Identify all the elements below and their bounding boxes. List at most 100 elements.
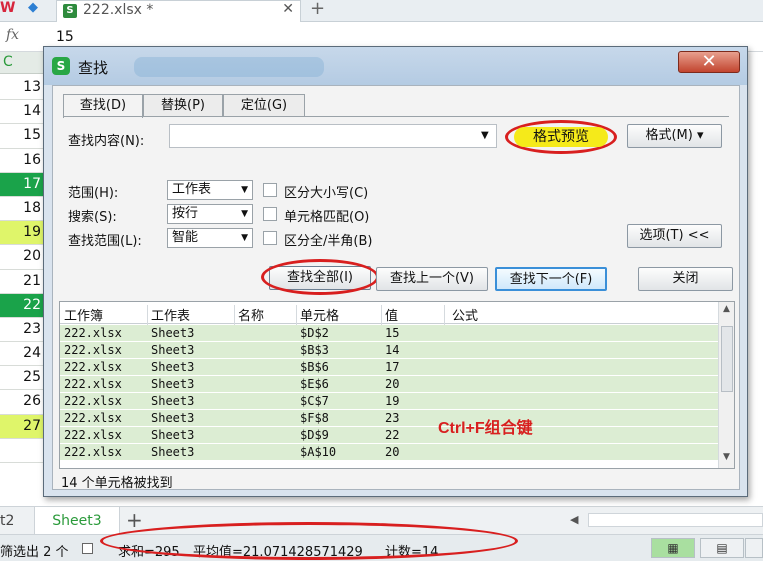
results-vertical-scrollbar[interactable]: ▲ ▼ <box>718 302 734 468</box>
row-header[interactable]: 17 <box>0 172 44 197</box>
row-header[interactable]: 14 <box>0 100 44 125</box>
result-sheet: Sheet3 <box>151 377 195 391</box>
table-row[interactable]: 222.xlsx Sheet3 $D$9 22 <box>60 427 718 444</box>
sheet-tab-partial[interactable]: t2 <box>0 507 30 535</box>
options-button[interactable]: 选项(T) << <box>627 224 722 248</box>
column-divider[interactable] <box>147 305 148 327</box>
row-header[interactable]: 13 <box>0 76 44 101</box>
table-row[interactable]: 222.xlsx Sheet3 $F$8 23 <box>60 410 718 427</box>
row-header[interactable] <box>0 438 44 463</box>
results-table[interactable]: 工作簿 工作表 名称 单元格 值 公式 222.xlsx Sheet3 $D$2 15… <box>59 301 735 469</box>
result-sheet: Sheet3 <box>151 343 195 357</box>
column-header-c[interactable]: C <box>0 52 44 74</box>
look-in-select[interactable]: 智能 ▼ <box>167 228 253 248</box>
format-preview-highlight: 格式预览 <box>505 120 617 154</box>
column-divider[interactable] <box>444 305 445 327</box>
row-header[interactable]: 19 <box>0 221 44 246</box>
status-table-icon[interactable] <box>82 543 93 554</box>
scroll-up-icon[interactable]: ▲ <box>723 304 730 314</box>
match-case-checkbox[interactable] <box>263 183 277 197</box>
row-header[interactable]: 25 <box>0 366 44 391</box>
row-header[interactable]: 15 <box>0 124 44 149</box>
match-cell-label[interactable]: 单元格匹配(O) <box>284 206 369 225</box>
scroll-thumb[interactable] <box>721 326 733 392</box>
format-preview[interactable]: 格式预览 <box>514 127 608 147</box>
column-divider[interactable] <box>381 305 382 327</box>
normal-view-button[interactable]: ▦ <box>651 538 695 558</box>
column-divider[interactable] <box>296 305 297 327</box>
cube-icon[interactable]: ◆ <box>28 1 42 15</box>
result-value: 17 <box>385 360 400 374</box>
search-order-select[interactable]: 按行 ▼ <box>167 204 253 224</box>
tab-goto[interactable]: 定位(G) <box>223 94 305 116</box>
file-tab[interactable]: S 222.xlsx * ✕ <box>56 0 301 22</box>
find-what-label: 查找内容(N): <box>68 134 145 149</box>
result-sheet: Sheet3 <box>151 360 195 374</box>
result-sheet: Sheet3 <box>151 411 195 425</box>
horizontal-scrollbar[interactable] <box>588 513 763 527</box>
add-sheet-icon[interactable]: + <box>126 508 143 532</box>
formula-value[interactable]: 15 <box>56 29 74 45</box>
scroll-left-icon[interactable]: ◀ <box>570 513 578 526</box>
close-tab-icon[interactable]: ✕ <box>282 1 294 17</box>
tab-replace[interactable]: 替换(P) <box>143 94 223 116</box>
result-cell: $D$2 <box>300 326 329 340</box>
new-tab-icon[interactable]: + <box>310 0 325 19</box>
row-header[interactable]: 16 <box>0 148 44 173</box>
scroll-down-icon[interactable]: ▼ <box>723 452 730 462</box>
table-row[interactable]: 222.xlsx Sheet3 $E$6 20 <box>60 376 718 393</box>
table-row[interactable]: 222.xlsx Sheet3 $D$2 15 <box>60 325 718 342</box>
match-case-label[interactable]: 区分大小写(C) <box>284 182 368 201</box>
row-header[interactable]: 18 <box>0 196 44 222</box>
find-next-button[interactable]: 查找下一个(F) <box>495 267 607 291</box>
column-divider[interactable] <box>234 305 235 327</box>
row-header[interactable]: 22 <box>0 293 44 318</box>
table-row[interactable]: 222.xlsx Sheet3 $B$3 14 <box>60 342 718 359</box>
tab-find[interactable]: 查找(D) <box>63 94 143 118</box>
result-value: 22 <box>385 428 400 442</box>
match-cell-checkbox[interactable] <box>263 207 277 221</box>
chevron-down-icon: ▼ <box>241 185 248 195</box>
result-sheet: Sheet3 <box>151 445 195 459</box>
find-history-dropdown-icon[interactable]: ▼ <box>481 130 489 141</box>
table-row[interactable]: 222.xlsx Sheet3 $C$7 19 <box>60 393 718 410</box>
scope-value: 工作表 <box>172 182 212 197</box>
row-header[interactable]: 24 <box>0 342 44 367</box>
row-header[interactable]: 21 <box>0 269 44 294</box>
sheet-tab-active[interactable]: Sheet3 <box>34 507 120 535</box>
col-cell[interactable]: 单元格 <box>300 305 339 324</box>
row-header[interactable]: 23 <box>0 317 44 343</box>
fx-icon[interactable]: fx <box>6 27 19 43</box>
dialog-close-button[interactable]: ✕ <box>678 51 740 73</box>
result-value: 15 <box>385 326 400 340</box>
scope-select[interactable]: 工作表 ▼ <box>167 180 253 200</box>
page-break-view-button[interactable] <box>745 538 763 558</box>
match-width-label[interactable]: 区分全/半角(B) <box>284 230 372 249</box>
result-cell: $B$3 <box>300 343 329 357</box>
table-row[interactable]: 222.xlsx Sheet3 $A$10 20 <box>60 444 718 461</box>
col-sheet[interactable]: 工作表 <box>151 305 190 324</box>
page-layout-view-button[interactable]: ▤ <box>700 538 744 558</box>
found-count-status: 14 个单元格被找到 <box>61 476 173 491</box>
dialog-body: 查找(D) 替换(P) 定位(G) 查找内容(N): ▼ 格式预览 格式(M) … <box>52 85 740 491</box>
close-button[interactable]: 关闭 <box>638 267 733 291</box>
col-workbook[interactable]: 工作簿 <box>64 305 103 324</box>
chevron-down-icon: ▼ <box>241 209 248 219</box>
result-sheet: Sheet3 <box>151 428 195 442</box>
row-header[interactable]: 26 <box>0 390 44 415</box>
col-name[interactable]: 名称 <box>238 305 264 324</box>
result-value: 23 <box>385 411 400 425</box>
row-header[interactable]: 27 <box>0 414 44 439</box>
find-previous-button[interactable]: 查找上一个(V) <box>376 267 488 291</box>
format-button[interactable]: 格式(M) ▾ <box>627 124 722 148</box>
result-value: 14 <box>385 343 400 357</box>
dialog-title-bar[interactable]: S 查找 ✕ <box>44 47 747 85</box>
result-cell: $E$6 <box>300 377 329 391</box>
col-formula[interactable]: 公式 <box>452 305 478 324</box>
table-row[interactable]: 222.xlsx Sheet3 $B$6 17 <box>60 359 718 376</box>
match-width-checkbox[interactable] <box>263 231 277 245</box>
row-header-list: 13 14 15 16 17 18 19 20 21 22 23 24 25 26 27 <box>0 76 44 463</box>
col-value[interactable]: 值 <box>385 305 398 324</box>
row-header[interactable]: 20 <box>0 245 44 270</box>
find-what-input[interactable] <box>169 124 497 148</box>
